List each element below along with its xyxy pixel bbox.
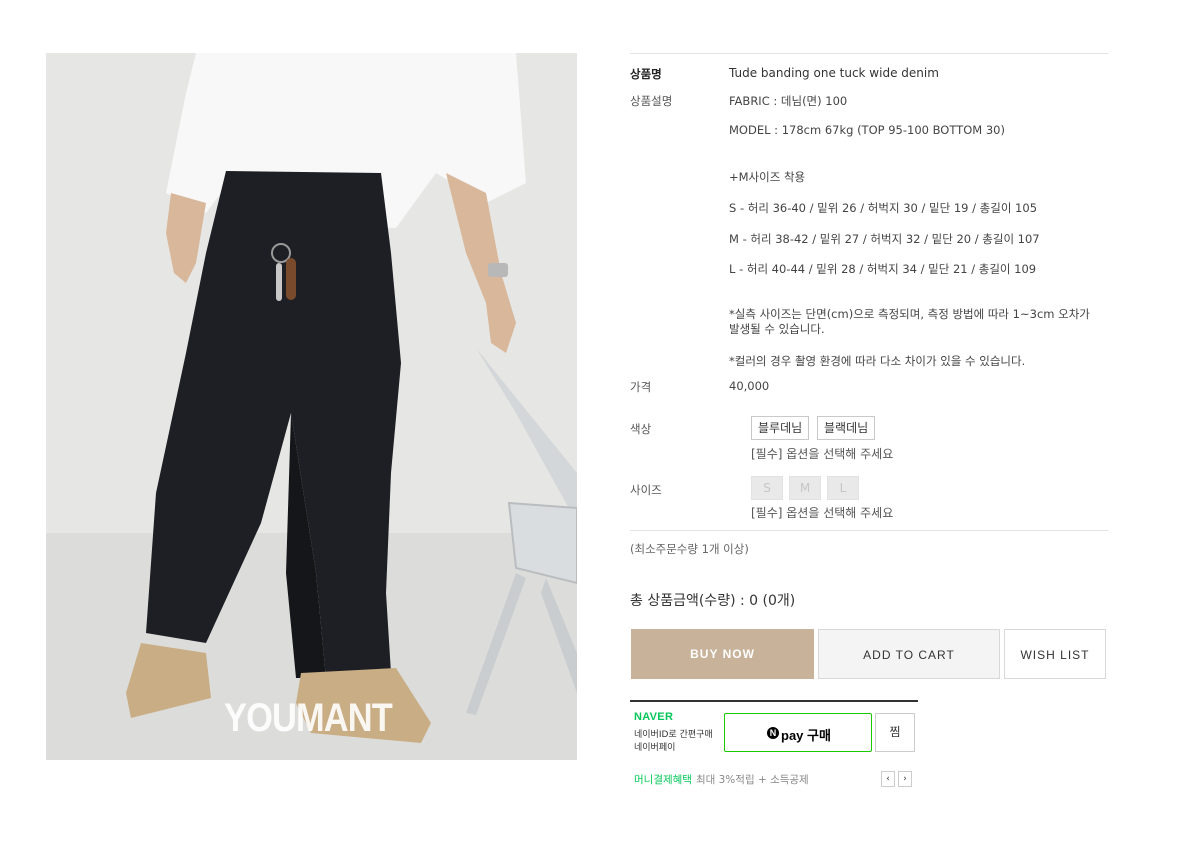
wish-list-button[interactable]: WISH LIST (1004, 629, 1106, 679)
desc-model: MODEL : 178cm 67kg (TOP 95-100 BOTTOM 30… (729, 123, 1005, 137)
size-option-l[interactable]: L (827, 476, 859, 500)
desc-fabric: FABRIC : 데님(면) 100 (729, 94, 848, 108)
desc-size-l: L - 허리 40-44 / 밑위 28 / 허벅지 34 / 밑단 21 / … (729, 262, 1037, 276)
price-value: 40,000 (729, 379, 770, 393)
desc-size-worn: +M사이즈 착용 (729, 170, 806, 184)
naver-logo: NAVER (634, 711, 674, 723)
color-required-notice: [필수] 옵션을 선택해 주세요 (751, 447, 894, 461)
options-divider (630, 530, 1108, 531)
color-option-blue-denim[interactable]: 블루데님 (751, 416, 810, 440)
price-label: 가격 (630, 380, 652, 394)
zzim-button[interactable]: 찜 (875, 713, 915, 752)
product-photo-illustration (46, 53, 577, 760)
add-to-cart-button[interactable]: ADD TO CART (818, 629, 1000, 679)
naver-pay-sub-line2: 네이버페이 (634, 743, 676, 753)
product-name: Tude banding one tuck wide denim (729, 66, 939, 80)
buy-now-button[interactable]: BUY NOW (631, 629, 814, 679)
product-image: YOUMANT (46, 53, 577, 760)
desc-size-m: M - 허리 38-42 / 밑위 27 / 허벅지 32 / 밑단 20 / … (729, 232, 1040, 246)
naver-pay-buy-button[interactable]: N pay 구매 (724, 713, 872, 752)
total-price: 총 상품금액(수량) : 0 (0개) (630, 593, 796, 609)
desc-size-s: S - 허리 36-40 / 밑위 26 / 허벅지 30 / 밑단 19 / … (729, 201, 1038, 215)
min-order-notice: (최소주문수량 1개 이상) (630, 542, 749, 556)
size-label: 사이즈 (630, 483, 662, 497)
benefit-highlight: 머니결제혜택 (634, 774, 692, 786)
desc-color-note: *컬러의 경우 촬영 환경에 따라 다소 차이가 있을 수 있습니다. (729, 354, 1026, 368)
color-label: 색상 (630, 422, 652, 436)
color-option-black-denim[interactable]: 블랙데님 (817, 416, 876, 440)
size-option-m[interactable]: M (789, 476, 821, 500)
desc-measure-note: *실측 사이즈는 단면(cm)으로 측정되며, 측정 방법에 따라 1~3cm … (729, 307, 1090, 336)
naver-pay-sub-line1: 네이버ID로 간편구매 (634, 730, 713, 740)
benefit-next-button[interactable]: › (898, 771, 912, 787)
product-name-label: 상품명 (630, 67, 662, 81)
npay-n-icon: N (767, 727, 779, 739)
top-divider (630, 53, 1108, 54)
size-option-s[interactable]: S (751, 476, 783, 500)
brand-watermark: YOUMANT (224, 696, 393, 740)
size-required-notice: [필수] 옵션을 선택해 주세요 (751, 506, 894, 520)
benefit-text: 최대 3%적립 + 소득공제 (695, 774, 809, 786)
product-description-label: 상품설명 (630, 94, 673, 108)
naver-pay-benefit: 머니결제혜택 최대 3%적립 + 소득공제 (634, 772, 809, 787)
naver-pay-buy-label: pay 구매 (781, 728, 831, 743)
benefit-prev-button[interactable]: ‹ (881, 771, 895, 787)
